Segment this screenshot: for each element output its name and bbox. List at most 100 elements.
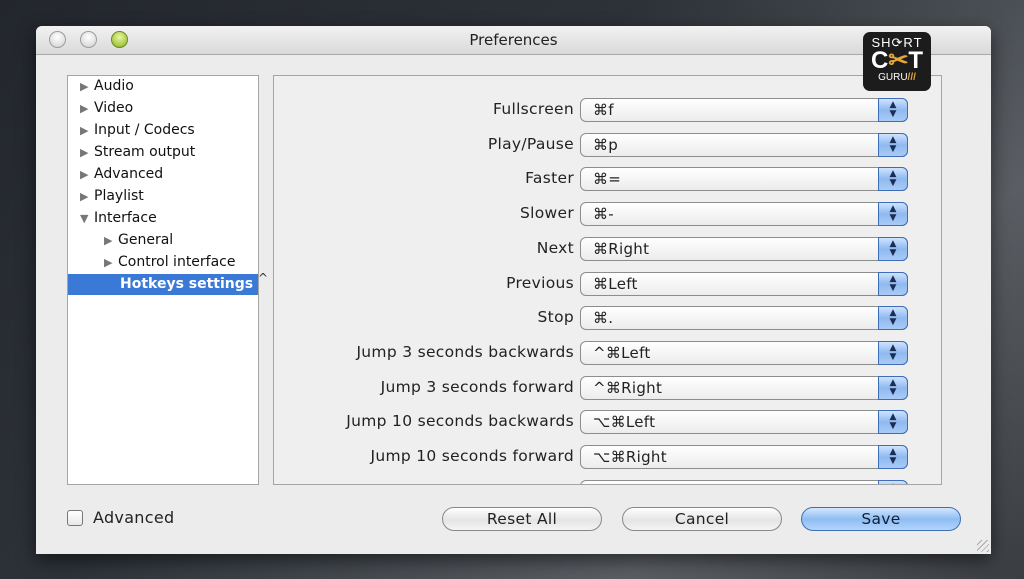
sort-caret-icon: ^	[258, 271, 269, 285]
tree-item[interactable]: Hotkeys settings	[68, 274, 258, 295]
hotkey-label: Jump 10 seconds forward	[370, 447, 574, 465]
hotkey-popup[interactable]: ⌘f ▲ ▼	[580, 98, 908, 122]
tree-item[interactable]: ▶ Audio	[80, 76, 134, 97]
hotkey-popup[interactable]: ⌘. ▲ ▼	[580, 306, 908, 331]
updown-arrows-icon[interactable]: ▲▼	[878, 98, 908, 122]
hotkeys-panel: Fullscreen ⌘f ▲ ▼ Play/Pause ⌘p ▲ ▼ Faster ⌘= ▲ ▼ Sl…	[273, 75, 942, 485]
watermark-logo: SH⟳RT C✂T GURU///	[863, 32, 931, 91]
tree-item[interactable]: ▶ General	[104, 230, 173, 251]
hotkey-row: Jump 10 seconds backwards ⌥⌘Left ▲ ▼	[274, 410, 914, 436]
hotkey-popup[interactable]: ⌘Right ▲ ▼	[580, 236, 908, 261]
updown-arrows-icon[interactable]: ▲▼	[878, 306, 908, 331]
hotkey-popup[interactable]: ⌘Left ▲ ▼	[580, 271, 908, 296]
hotkey-label: Jump 3 seconds forward	[380, 377, 574, 396]
hotkey-popup[interactable]: ⌘- ▲ ▼	[580, 202, 908, 227]
hotkey-value: ⌘Left	[593, 274, 638, 293]
disclosure-expanded-icon[interactable]: ▼	[80, 208, 94, 229]
hotkey-row: Slower ⌘- ▲ ▼	[274, 202, 914, 228]
disclosure-collapsed-icon[interactable]: ▶	[80, 142, 94, 163]
disclosure-collapsed-icon[interactable]: ▶	[80, 120, 94, 141]
hotkey-value: ⌘f	[593, 101, 614, 119]
hotkey-popup[interactable]: ⌥⌘Left ▲ ▼	[580, 410, 908, 435]
hotkey-row: Fullscreen ⌘f ▲ ▼	[274, 98, 914, 124]
hotkey-value: ⌥⌘Left	[593, 413, 656, 432]
hotkey-popup[interactable]: ▲▼	[580, 479, 908, 484]
hotkey-row: Jump 3 seconds backwards ^⌘Left ▲ ▼	[274, 340, 914, 367]
updown-arrows-icon[interactable]: ▲▼	[878, 132, 908, 157]
hotkey-value: ^⌘Left	[593, 343, 651, 362]
hotkey-label: Faster	[525, 169, 574, 188]
hotkey-row-partial: ▲▼	[274, 479, 914, 484]
tree-item[interactable]: ▶ Advanced	[80, 164, 163, 185]
hotkey-value: ⌘=	[593, 170, 622, 189]
hotkey-label: Next	[536, 238, 574, 257]
hotkey-row: Faster ⌘= ▲ ▼	[274, 167, 914, 193]
hotkey-value: ⌘p	[593, 135, 619, 154]
updown-arrows-icon[interactable]: ▲▼	[878, 445, 908, 469]
updown-arrows-icon[interactable]: ▲▼	[878, 167, 908, 192]
hotkey-popup[interactable]: ^⌘Right ▲ ▼	[580, 375, 908, 400]
tree-item[interactable]: ▶ Playlist	[80, 186, 144, 207]
disclosure-collapsed-icon[interactable]: ▶	[80, 98, 94, 119]
tree-item[interactable]: ▼ Interface	[80, 208, 157, 229]
panel-scrollbar[interactable]: ▲ ▼	[941, 125, 942, 485]
logo-guru: GURU	[878, 72, 908, 83]
updown-arrows-icon[interactable]: ▲▼	[878, 202, 908, 227]
tree-item[interactable]: ▶ Stream output	[80, 142, 195, 163]
hotkey-label: Stop	[537, 308, 574, 327]
tree-item-label: Video	[94, 100, 134, 116]
hotkey-label: Slower	[519, 204, 574, 223]
window-title: Preferences	[469, 31, 558, 49]
hotkey-row: Stop ⌘. ▲ ▼	[274, 306, 914, 332]
tree-item-label: Control interface	[118, 254, 236, 270]
hotkey-popup[interactable]: ⌥⌘Right ▲ ▼	[580, 445, 908, 469]
title-bar[interactable]: Preferences	[36, 26, 991, 55]
disclosure-collapsed-icon[interactable]: ▶	[80, 164, 94, 185]
updown-arrows-icon[interactable]: ▲▼	[878, 271, 908, 296]
tree-item-label: Hotkeys settings	[120, 276, 254, 292]
hotkey-label: Previous	[506, 273, 574, 292]
disclosure-collapsed-icon[interactable]: ▶	[104, 230, 118, 251]
updown-arrows-icon[interactable]: ▲▼	[878, 479, 908, 484]
hotkey-label: Play/Pause	[487, 134, 574, 153]
hotkey-row: Next ⌘Right ▲ ▼	[274, 236, 914, 263]
tree-item[interactable]: ▶ Input / Codecs	[80, 120, 195, 141]
preferences-category-tree[interactable]: ▶ Audio ▶ Video ▶ Input / Codecs ▶ Stream outpu…	[67, 75, 259, 485]
updown-arrows-icon[interactable]: ▲▼	[878, 340, 908, 365]
hotkey-popup[interactable]: ^⌘Left ▲ ▼	[580, 340, 908, 365]
hotkey-popup[interactable]: ⌘p ▲ ▼	[580, 132, 908, 157]
tree-item-label: Stream output	[94, 144, 196, 160]
tree-item-label: Playlist	[94, 188, 144, 204]
resize-grip[interactable]	[977, 540, 989, 552]
tree-item[interactable]: ▶ Video	[80, 98, 133, 119]
advanced-checkbox-label[interactable]: Advanced	[93, 508, 174, 527]
save-button[interactable]: Save	[801, 507, 961, 531]
updown-arrows-icon[interactable]: ▲▼	[878, 236, 908, 261]
logo-slashes: ///	[907, 72, 916, 83]
advanced-checkbox[interactable]	[67, 510, 83, 526]
disclosure-collapsed-icon[interactable]: ▶	[104, 252, 118, 273]
tree-item-label: General	[118, 232, 174, 248]
disclosure-collapsed-icon[interactable]: ▶	[80, 76, 94, 97]
tree-item-label: Interface	[94, 210, 157, 226]
hotkey-popup[interactable]: ⌘= ▲ ▼	[580, 167, 908, 192]
tree-item-label: Audio	[94, 78, 134, 94]
scissors-icon: ✂	[888, 47, 909, 74]
hotkey-value: ^⌘Right	[593, 378, 663, 397]
disclosure-collapsed-icon[interactable]: ▶	[80, 186, 94, 207]
logo-c: C	[870, 47, 889, 74]
tree-item[interactable]: ▶ Control interface	[104, 252, 236, 273]
hotkey-row: Jump 3 seconds forward ^⌘Right ▲ ▼	[274, 375, 914, 402]
reset-all-button[interactable]: Reset All	[442, 507, 602, 531]
updown-arrows-icon[interactable]: ▲▼	[878, 410, 908, 435]
preferences-window: Preferences ▶ Audio ▶ Video ▶ Input / Codecs ▶…	[36, 26, 991, 554]
hotkey-value: ⌘-	[593, 205, 615, 224]
hotkey-row: Jump 10 seconds forward ⌥⌘Right ▲ ▼	[274, 445, 914, 471]
tree-item-label: Input / Codecs	[94, 122, 195, 138]
hotkey-row: Previous ⌘Left ▲ ▼	[274, 271, 914, 298]
updown-arrows-icon[interactable]: ▲▼	[878, 375, 908, 400]
logo-t: T	[908, 47, 924, 74]
hotkey-value: ⌘.	[593, 309, 614, 328]
cancel-button[interactable]: Cancel	[622, 507, 782, 531]
hotkey-label: Jump 10 seconds backwards	[346, 412, 574, 431]
